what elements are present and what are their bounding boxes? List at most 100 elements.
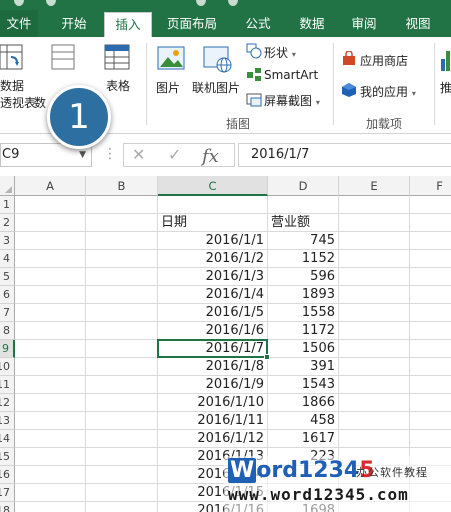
cell-c13[interactable]: 2016/1/11 <box>158 412 268 430</box>
cell-e11[interactable] <box>339 376 410 394</box>
row-header-12[interactable]: 12 <box>0 394 15 412</box>
cell-e5[interactable] <box>339 268 410 286</box>
column-header-b[interactable]: B <box>86 176 158 196</box>
cell-d9[interactable]: 1506 <box>268 340 339 358</box>
cell-e7[interactable] <box>339 304 410 322</box>
tab-data[interactable]: 数据 <box>290 10 334 37</box>
formula-bar-grip-icon[interactable]: ⋮ <box>103 146 117 162</box>
cell-a11[interactable] <box>15 376 86 394</box>
cell-d5[interactable]: 596 <box>268 268 339 286</box>
cell-f14[interactable] <box>410 430 451 448</box>
row-header-10[interactable]: 10 <box>0 358 15 376</box>
cell-b13[interactable] <box>86 412 158 430</box>
tab-view[interactable]: 视图 <box>396 10 440 37</box>
smartart-label[interactable]: SmartArt <box>264 68 318 82</box>
cell-e1[interactable] <box>339 196 410 214</box>
cell-c2[interactable]: 日期 <box>158 214 268 232</box>
pictures-icon[interactable] <box>156 45 186 75</box>
pivot-table-label-line1[interactable]: 数据 <box>0 77 24 94</box>
cell-d10[interactable]: 391 <box>268 358 339 376</box>
tab-file[interactable]: 文件 <box>0 10 38 37</box>
customize-quick-access-icon[interactable] <box>228 0 238 6</box>
column-header-f[interactable]: F <box>410 176 451 196</box>
store-icon[interactable] <box>341 51 357 67</box>
recommended-charts-label[interactable]: 推 <box>440 79 451 96</box>
tab-insert[interactable]: 插入 <box>104 12 152 38</box>
cell-e2[interactable] <box>339 214 410 232</box>
cell-f2[interactable] <box>410 214 451 232</box>
enter-icon[interactable]: ✓ <box>168 145 181 164</box>
cell-b2[interactable] <box>86 214 158 232</box>
cell-e9[interactable] <box>339 340 410 358</box>
smartart-icon[interactable] <box>246 67 262 83</box>
cell-c1[interactable] <box>158 196 268 214</box>
column-header-e[interactable]: E <box>339 176 410 196</box>
undo-icon[interactable] <box>46 0 56 6</box>
cell-b5[interactable] <box>86 268 158 286</box>
cell-a13[interactable] <box>15 412 86 430</box>
my-apps-icon[interactable] <box>341 82 357 98</box>
row-header-5[interactable]: 5 <box>0 268 15 286</box>
cell-f3[interactable] <box>410 232 451 250</box>
screenshot-icon[interactable] <box>246 91 262 107</box>
cell-d4[interactable]: 1152 <box>268 250 339 268</box>
shapes-dropdown-icon[interactable]: ▾ <box>292 50 296 59</box>
shapes-icon[interactable] <box>246 43 262 59</box>
table-label[interactable]: 表格 <box>106 77 130 94</box>
cell-a9[interactable] <box>15 340 86 358</box>
cell-c14[interactable]: 2016/1/12 <box>158 430 268 448</box>
cell-b12[interactable] <box>86 394 158 412</box>
cell-f10[interactable] <box>410 358 451 376</box>
cell-d2[interactable]: 营业额 <box>268 214 339 232</box>
cell-c7[interactable]: 2016/1/5 <box>158 304 268 322</box>
cell-a4[interactable] <box>15 250 86 268</box>
cell-b8[interactable] <box>86 322 158 340</box>
cell-d6[interactable]: 1893 <box>268 286 339 304</box>
cell-e12[interactable] <box>339 394 410 412</box>
row-header-4[interactable]: 4 <box>0 250 15 268</box>
cell-f7[interactable] <box>410 304 451 322</box>
row-header-7[interactable]: 7 <box>0 304 15 322</box>
cell-f1[interactable] <box>410 196 451 214</box>
cell-b14[interactable] <box>86 430 158 448</box>
cell-c9[interactable]: 2016/1/7 <box>158 340 268 358</box>
cell-d3[interactable]: 745 <box>268 232 339 250</box>
shapes-label[interactable]: 形状 ▾ <box>264 44 296 61</box>
cell-a2[interactable] <box>15 214 86 232</box>
cell-c8[interactable]: 2016/1/6 <box>158 322 268 340</box>
row-header-18[interactable]: 18 <box>0 502 15 512</box>
pivot-table-label-line2[interactable]: 透视表 <box>0 94 36 111</box>
row-header-16[interactable]: 16 <box>0 466 15 484</box>
cell-b15[interactable] <box>86 448 158 466</box>
fill-handle[interactable] <box>264 354 270 360</box>
cell-a8[interactable] <box>15 322 86 340</box>
cell-e4[interactable] <box>339 250 410 268</box>
cell-f12[interactable] <box>410 394 451 412</box>
screenshot-dropdown-icon[interactable]: ▾ <box>316 98 320 107</box>
cell-a18[interactable] <box>15 502 86 512</box>
cell-c10[interactable]: 2016/1/8 <box>158 358 268 376</box>
row-header-15[interactable]: 15 <box>0 448 15 466</box>
cell-e10[interactable] <box>339 358 410 376</box>
column-header-c[interactable]: C <box>158 176 268 196</box>
cell-e8[interactable] <box>339 322 410 340</box>
cell-e13[interactable] <box>339 412 410 430</box>
cancel-icon[interactable]: ✕ <box>132 145 145 164</box>
tab-formulas[interactable]: 公式 <box>236 10 280 37</box>
pictures-label[interactable]: 图片 <box>156 79 180 96</box>
row-header-9[interactable]: 9 <box>0 340 15 358</box>
cell-e14[interactable] <box>339 430 410 448</box>
column-header-d[interactable]: D <box>268 176 339 196</box>
screenshot-label[interactable]: 屏幕截图 ▾ <box>264 92 320 109</box>
row-header-8[interactable]: 8 <box>0 322 15 340</box>
online-pictures-icon[interactable] <box>202 45 234 75</box>
cell-a5[interactable] <box>15 268 86 286</box>
recommended-pivot-icon[interactable] <box>50 43 78 73</box>
cell-a12[interactable] <box>15 394 86 412</box>
select-all-corner[interactable] <box>0 176 15 196</box>
tab-home[interactable]: 开始 <box>50 10 98 37</box>
cell-e3[interactable] <box>339 232 410 250</box>
row-header-3[interactable]: 3 <box>0 232 15 250</box>
cell-f13[interactable] <box>410 412 451 430</box>
cell-d1[interactable] <box>268 196 339 214</box>
